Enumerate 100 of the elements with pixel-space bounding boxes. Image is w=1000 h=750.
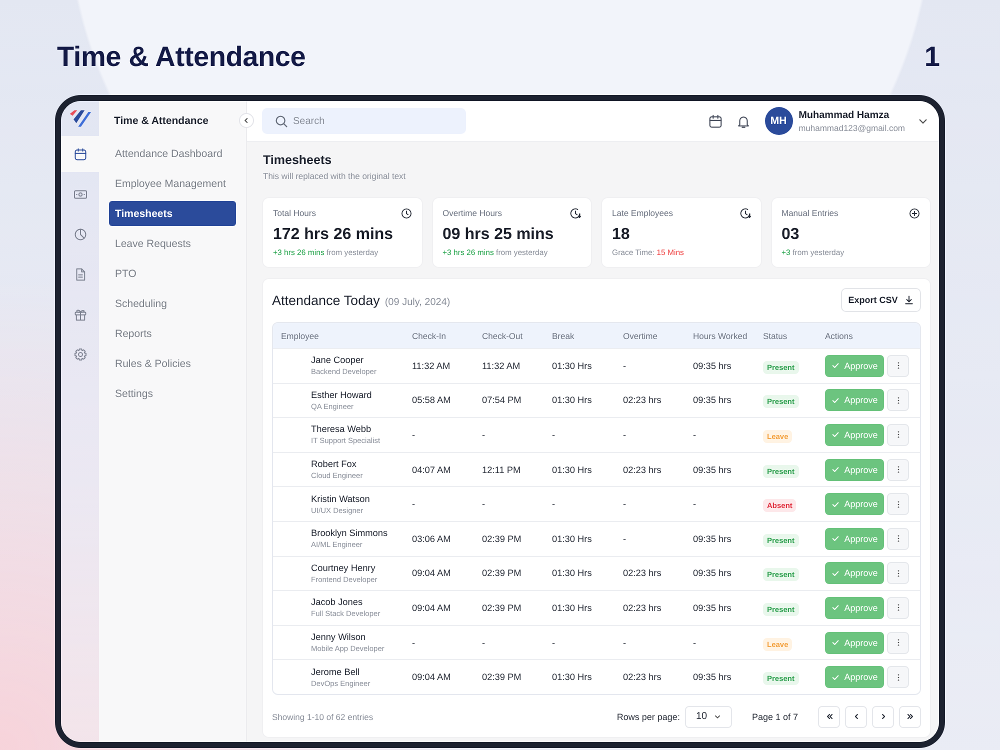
- table-cell-text: 05:58 AM: [411, 395, 452, 406]
- sidebar-item[interactable]: Settings: [109, 381, 236, 406]
- first-page-button[interactable]: [818, 706, 840, 728]
- table-cell-text: 07:54 PM: [481, 395, 522, 406]
- employee-name: Kristin Watson: [311, 494, 371, 504]
- employee-name: Courtney Henry: [311, 562, 376, 573]
- approve-button[interactable]: Approve: [825, 528, 884, 550]
- approve-button[interactable]: Approve: [825, 458, 884, 481]
- table-cell-text: 09:04 AM: [411, 602, 452, 613]
- calendar-icon[interactable]: [708, 114, 723, 128]
- approve-button[interactable]: Approve: [825, 632, 884, 654]
- column-header: Overtime: [622, 330, 658, 340]
- column-header: Check-Out: [481, 330, 524, 340]
- more-vertical-icon: [896, 568, 900, 578]
- check-icon: [831, 568, 840, 578]
- approve-button[interactable]: Approve: [825, 354, 884, 377]
- column-header: Employee: [280, 330, 320, 340]
- bell-icon[interactable]: [736, 114, 751, 128]
- sidebar-item[interactable]: Leave Requests: [109, 231, 236, 256]
- next-page-button[interactable]: [872, 706, 894, 728]
- check-icon: [831, 396, 840, 405]
- table-cell-text: -: [692, 430, 698, 440]
- more-button[interactable]: [887, 596, 909, 619]
- rows-per-page-label: Rows per page:: [616, 712, 680, 722]
- approve-button[interactable]: Approve: [825, 562, 884, 584]
- search-icon: [275, 114, 288, 128]
- more-vertical-icon: [896, 430, 900, 440]
- table-cell-text: 11:32 AM: [411, 360, 452, 371]
- employee-name: Theresa Webb: [311, 424, 372, 434]
- more-vertical-icon: [896, 465, 900, 474]
- table-cell-text: 02:23 hrs: [622, 568, 662, 578]
- approve-button[interactable]: Approve: [825, 666, 884, 688]
- sidebar-item[interactable]: Scheduling: [109, 291, 236, 316]
- sidebar-item[interactable]: Rules & Policies: [109, 351, 236, 376]
- card-value: 172 hrs 26 mins: [273, 225, 394, 245]
- table-cell-text: 02:23 hrs: [622, 602, 662, 613]
- section-title: Attendance Today: [272, 292, 380, 308]
- stripes-logo: [68, 109, 92, 128]
- table-cell-text: -: [411, 638, 416, 648]
- more-vertical-icon: [896, 603, 900, 612]
- more-button[interactable]: [887, 493, 909, 516]
- table-cell-text: 12:11 PM: [481, 464, 522, 475]
- approve-button[interactable]: Approve: [825, 493, 884, 516]
- table-cell-text: 11:32 AM: [481, 360, 522, 371]
- approve-button[interactable]: Approve: [825, 389, 884, 412]
- more-button[interactable]: [887, 424, 909, 446]
- table-cell-text: -: [411, 499, 416, 510]
- table-cell-text: 01:30 Hrs: [551, 672, 593, 682]
- table-cell-text: 01:30 Hrs: [551, 534, 593, 544]
- table-cell-text: 09:04 AM: [411, 672, 452, 682]
- table-cell-text: -: [622, 499, 628, 510]
- previous-page-button[interactable]: [845, 706, 867, 728]
- export-button[interactable]: Export CSV: [841, 288, 921, 312]
- more-button[interactable]: [887, 666, 909, 688]
- column-header: Hours Worked: [692, 330, 748, 340]
- sidebar-title: Time & Attendance: [114, 115, 209, 127]
- sidebar-item[interactable]: Reports: [109, 321, 236, 346]
- column-header: Check-In: [411, 330, 448, 340]
- page-title: Timesheets: [263, 152, 333, 168]
- check-icon: [831, 500, 840, 509]
- gift-icon: [72, 306, 88, 322]
- rows-per-page-select[interactable]: 10: [684, 706, 732, 728]
- more-vertical-icon: [896, 638, 900, 648]
- table-cell-text: 02:39 PM: [481, 602, 522, 613]
- sidebar-item[interactable]: Employee Management: [109, 171, 236, 196]
- last-page-button[interactable]: [899, 706, 921, 728]
- search-field[interactable]: Search: [262, 108, 466, 134]
- sidebar-item[interactable]: Timesheets: [109, 201, 236, 226]
- sidebar-item[interactable]: Attendance Dashboard: [109, 141, 236, 166]
- calendar-icon: [72, 146, 88, 162]
- table-cell-text: -: [622, 534, 628, 544]
- more-button[interactable]: [887, 389, 909, 412]
- table-cell-text: 09:35 hrs: [692, 672, 732, 682]
- page-indicator: Page 1 of 7: [752, 712, 798, 722]
- table-cell-text: -: [622, 360, 628, 371]
- table-cell-text: 03:06 AM: [411, 534, 452, 544]
- collapse-button[interactable]: [239, 113, 254, 128]
- table-cell-text: 09:35 hrs: [692, 360, 732, 371]
- approve-button[interactable]: Approve: [825, 596, 884, 619]
- more-button[interactable]: [887, 528, 909, 550]
- table-cell-text: 01:30 Hrs: [551, 602, 593, 613]
- more-button[interactable]: [887, 458, 909, 481]
- table-cell-text: -: [481, 638, 486, 648]
- card-label: Manual Entries: [782, 208, 838, 218]
- double-chevron-left-icon: [824, 712, 834, 722]
- check-icon: [831, 430, 840, 440]
- approve-button[interactable]: Approve: [825, 424, 884, 446]
- sidebar-item[interactable]: PTO: [109, 261, 236, 286]
- table-cell-text: -: [411, 430, 416, 440]
- table-cell-text: 09:35 hrs: [692, 395, 732, 406]
- table-cell-text: -: [481, 499, 486, 510]
- more-vertical-icon: [896, 361, 900, 370]
- table-cell-text: -: [692, 499, 698, 510]
- more-button[interactable]: [887, 562, 909, 584]
- avatar-circle[interactable]: MH: [764, 107, 793, 135]
- more-button[interactable]: [887, 354, 909, 377]
- table-cell-text: -: [551, 638, 556, 648]
- more-button[interactable]: [887, 632, 909, 654]
- more-vertical-icon: [896, 500, 900, 509]
- rail-item[interactable]: [61, 136, 99, 172]
